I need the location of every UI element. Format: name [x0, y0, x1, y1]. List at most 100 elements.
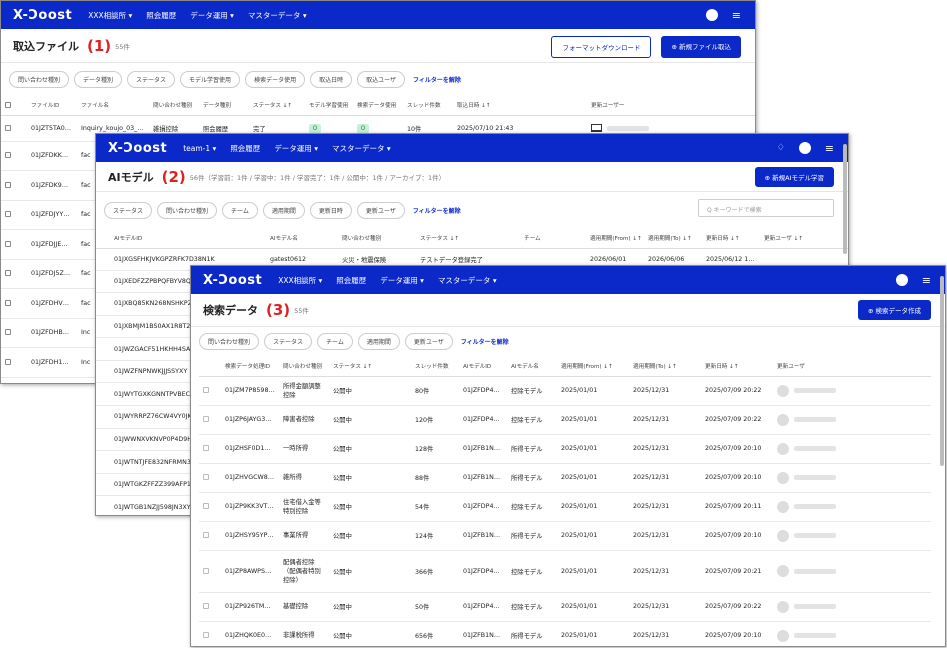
period-from: 2025/01/01	[557, 492, 629, 522]
filter-chip[interactable]: 問い合わせ種別	[199, 333, 260, 350]
nav-history[interactable]: 照会履歴	[230, 143, 260, 154]
table-row[interactable]: 01JZP8AWPS… 配偶者控除（配偶者特別控除） 公開中 366件 01JZFDP4…	[199, 550, 931, 593]
row-checkbox[interactable]	[203, 474, 209, 480]
col-header[interactable]: 適用期間(To) ↓↑	[644, 228, 702, 249]
avatar[interactable]	[798, 142, 811, 154]
scrollbar[interactable]	[843, 144, 847, 254]
avatar[interactable]	[895, 274, 908, 286]
clear-filters-link[interactable]: フィルターを解除	[413, 75, 461, 84]
new-import-button[interactable]: ⊕ 新規ファイル取込	[661, 36, 741, 58]
filter-chip[interactable]: 問い合わせ種別	[9, 70, 70, 88]
filter-chip[interactable]: データ種別	[74, 70, 123, 88]
hamburger-menu-icon[interactable]: ≡	[825, 143, 834, 154]
blurred-user	[794, 504, 836, 509]
col-header[interactable]: 適用期間(From) ↓↑	[557, 356, 629, 377]
nav-history[interactable]: 照会履歴	[336, 275, 366, 286]
model-id: 01JZFB1N…	[459, 434, 507, 464]
row-checkbox[interactable]	[5, 152, 11, 159]
table-row[interactable]: 01JZM7P8598… 所得金額調整控除 公開中 80件 01JZFDP45… 控除モデ…	[199, 376, 931, 406]
file-id: 01JZFDHV…	[27, 288, 77, 319]
filter-chip[interactable]: ステータス	[264, 333, 313, 350]
filter-chip[interactable]: ステータス	[127, 70, 176, 88]
avatar[interactable]	[705, 9, 718, 21]
new-ai-model-button[interactable]: ⊕ 新規AIモデル学習	[754, 167, 834, 187]
filter-chip[interactable]: 更新日時	[309, 201, 352, 219]
row-checkbox[interactable]	[203, 445, 209, 451]
col-header[interactable]: 適用期間(To) ↓↑	[629, 356, 701, 377]
clear-filters-link[interactable]: フィルターを解除	[461, 337, 509, 346]
col-header[interactable]: ステータス ↓↑	[329, 356, 411, 377]
filter-chip[interactable]: 取込ユーザ	[357, 70, 405, 88]
annotation-number: (2)	[161, 167, 186, 186]
row-checkbox[interactable]	[203, 567, 209, 574]
app-logo[interactable]: X-Ɔoost	[203, 273, 262, 288]
table-row[interactable]: 01JZHQK0E0… 非課税所得 公開中 656件 01JZFB1N… 所得モデル 202…	[199, 621, 931, 646]
row-checkbox[interactable]	[203, 632, 209, 638]
row-checkbox[interactable]	[203, 416, 209, 422]
period-from: 2025/01/01	[557, 405, 629, 435]
row-checkbox[interactable]	[5, 181, 11, 188]
filter-chip[interactable]: ステータス	[104, 201, 153, 219]
filter-chip[interactable]: 更新ユーザ	[404, 333, 453, 350]
model-name: 控除モデル	[507, 376, 557, 406]
filter-chip[interactable]: 取込日時	[310, 70, 353, 88]
row-checkbox[interactable]	[203, 503, 209, 509]
row-checkbox[interactable]	[203, 532, 209, 538]
table-row[interactable]: 01JZHSF0D1… 一時所得 公開中 128件 01JZFB1N… 所得モデル 2025…	[199, 434, 931, 464]
nav-consultation[interactable]: XXX相談所 ▾	[278, 275, 322, 286]
period-to: 2025/12/31	[629, 463, 701, 493]
select-all-checkbox[interactable]	[5, 101, 11, 108]
nav-data-ops[interactable]: データ運用 ▾	[274, 143, 318, 154]
row-checkbox[interactable]	[5, 211, 11, 218]
table-row[interactable]: 01JZP9KK3VT… 住宅借入金等特別控除 公開中 54件 01JZFDP45… 控除…	[199, 492, 931, 522]
app-logo[interactable]: X-Ɔoost	[13, 8, 72, 23]
nav-team[interactable]: team-1 ▾	[183, 144, 216, 153]
col-header[interactable]: 更新日時 ↓↑	[701, 356, 773, 377]
filter-chip[interactable]: チーム	[222, 201, 258, 219]
keyword-search-input[interactable]: Q キーワードで検索	[698, 199, 834, 217]
nav-consultation[interactable]: XXX相談所 ▾	[88, 10, 132, 21]
file-id: 01JZFDH1…	[27, 347, 77, 378]
row-checkbox[interactable]	[5, 358, 11, 365]
table-row[interactable]: 01JZP6JAYG3… 障害者控除 公開中 120件 01JZFDP45… 控除モデル 2…	[199, 405, 931, 435]
clear-filters-link[interactable]: フィルターを解除	[413, 206, 461, 215]
filter-chip[interactable]: 更新ユーザ	[356, 201, 405, 219]
hamburger-menu-icon[interactable]: ≡	[922, 275, 931, 286]
nav-data-ops[interactable]: データ運用 ▾	[190, 10, 234, 21]
nav-data-ops[interactable]: データ運用 ▾	[380, 275, 424, 286]
row-checkbox[interactable]	[203, 387, 209, 393]
col-header[interactable]: 取込日時 ↓↑	[453, 95, 587, 116]
row-checkbox[interactable]	[5, 124, 11, 131]
filter-chip[interactable]: 問い合わせ種別	[157, 201, 218, 219]
col-header[interactable]: 適用期間(From) ↓↑	[586, 228, 644, 249]
filter-chip[interactable]: 適用期間	[262, 201, 305, 219]
row-checkbox[interactable]	[5, 329, 11, 336]
table-row[interactable]: 01JZHVGCW8… 雑所得 公開中 88件 01JZFB1N… 所得モデル 2025/0…	[199, 463, 931, 493]
scrollbar[interactable]	[940, 276, 944, 466]
nav-history[interactable]: 照会履歴	[146, 10, 176, 21]
row-checkbox[interactable]	[203, 603, 209, 609]
filter-chip[interactable]: チーム	[317, 333, 353, 350]
filter-chip[interactable]: 適用期間	[357, 333, 400, 350]
nav-master-data[interactable]: マスターデータ ▾	[438, 275, 497, 286]
hamburger-menu-icon[interactable]: ≡	[732, 10, 741, 21]
filter-bar: ステータス 問い合わせ種別 チーム 適用期間 更新日時 更新ユーザ フィルターを…	[96, 192, 848, 228]
table-row[interactable]: 01JZHSY95YP… 事業所得 公開中 124件 01JZFB1N… 所得モデル 202…	[199, 521, 931, 551]
user-avatar	[777, 600, 789, 613]
row-checkbox[interactable]	[5, 299, 11, 306]
row-checkbox[interactable]	[5, 270, 11, 277]
nav-master-data[interactable]: マスターデータ ▾	[248, 10, 307, 21]
filter-chip[interactable]: モデル学習使用	[180, 70, 241, 88]
create-search-data-button[interactable]: ⊕ 検索データ作成	[857, 300, 931, 320]
filter-chip[interactable]: 検索データ使用	[245, 70, 306, 88]
col-header[interactable]: ステータス ↓↑	[249, 95, 305, 116]
col-header[interactable]: 更新日時 ↓↑	[702, 228, 760, 249]
format-download-button[interactable]: フォーマットダウンロード	[551, 36, 652, 58]
bell-icon[interactable]: ♢	[777, 143, 785, 153]
app-logo[interactable]: X-Ɔoost	[108, 141, 167, 156]
table-row[interactable]: 01JZP926TM… 基礎控除 公開中 50件 01JZFDP45… 控除モデル 2025…	[199, 592, 931, 622]
nav-master-data[interactable]: マスターデータ ▾	[332, 143, 391, 154]
row-checkbox[interactable]	[5, 240, 11, 247]
col-header[interactable]: 更新ユーザ ↓↑	[760, 228, 848, 249]
col-header[interactable]: ステータス ↓↑	[416, 228, 520, 249]
